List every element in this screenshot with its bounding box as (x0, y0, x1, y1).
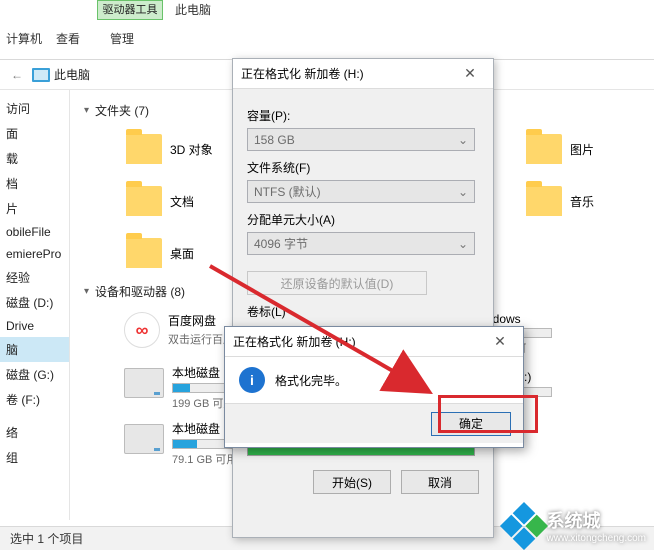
watermark-brand: 系统城 (547, 511, 601, 531)
sidebar-item[interactable]: emierePro (0, 243, 69, 265)
message-dialog: 正在格式化 新加卷 (H:) ✕ i 格式化完毕。 确定 (224, 326, 524, 448)
sidebar-item[interactable]: 脑 (0, 337, 69, 362)
sidebar-item[interactable]: 经验 (0, 265, 69, 290)
watermark-url: www.xitongcheng.com (547, 533, 647, 544)
allocation-label: 分配单元大小(A) (247, 211, 479, 228)
folder-label: 文档 (170, 193, 194, 210)
capacity-select[interactable]: 158 GB ⌄ (247, 128, 475, 151)
drive-icon (124, 368, 164, 398)
chevron-down-icon: ▾ (84, 105, 89, 116)
filesystem-value: NTFS (默认) (254, 183, 321, 200)
folder-icon (126, 186, 162, 216)
folder-icon (526, 134, 562, 164)
ribbon-context-tab[interactable]: 驱动器工具 (97, 0, 163, 20)
folder-label: 3D 对象 (170, 141, 213, 158)
close-icon[interactable]: ✕ (455, 65, 485, 82)
baidu-icon: ∞ (124, 312, 160, 348)
filesystem-label: 文件系统(F) (247, 159, 479, 176)
allocation-select[interactable]: 4096 字节 ⌄ (247, 232, 475, 255)
sidebar-item[interactable]: 片 (0, 196, 69, 221)
sidebar-item[interactable]: 磁盘 (D:) (0, 290, 69, 315)
chevron-down-icon: ▾ (84, 286, 89, 297)
sidebar-item[interactable]: 访问 (0, 96, 69, 121)
cancel-button[interactable]: 取消 (401, 470, 479, 494)
watermark-logo-icon (499, 501, 547, 549)
sidebar-item[interactable]: Drive (0, 315, 69, 337)
folder-label: 图片 (570, 141, 594, 158)
message-text: 格式化完毕。 (275, 372, 347, 389)
folder-icon (526, 186, 562, 216)
ribbon-cmd-manage[interactable]: 管理 (110, 30, 134, 47)
message-dialog-title: 正在格式化 新加卷 (H:) (233, 333, 356, 350)
capacity-value: 158 GB (254, 133, 295, 147)
sidebar-item[interactable]: 档 (0, 171, 69, 196)
ribbon-context-title: 此电脑 (175, 0, 211, 20)
sidebar-item[interactable]: 络 (0, 420, 69, 445)
folder-item[interactable]: 图片 (524, 127, 624, 171)
watermark: 系统城 www.xitongcheng.com (507, 507, 647, 544)
this-pc-icon (32, 68, 50, 82)
folder-label: 音乐 (570, 193, 594, 210)
restore-defaults-button[interactable]: 还原设备的默认值(D) (247, 271, 427, 295)
sidebar-item[interactable]: 面 (0, 121, 69, 146)
info-icon: i (239, 367, 265, 393)
ribbon-cmd-view[interactable]: 查看 (56, 30, 80, 47)
breadcrumb-location[interactable]: 此电脑 (54, 66, 90, 83)
sidebar-item[interactable]: 卷 (F:) (0, 387, 69, 412)
capacity-label: 容量(P): (247, 107, 479, 124)
format-dialog-titlebar: 正在格式化 新加卷 (H:) ✕ (233, 59, 493, 89)
drive-icon (124, 424, 164, 454)
ribbon: 驱动器工具 此电脑 计算机 查看 管理 (0, 0, 654, 60)
ribbon-cmd-computer[interactable]: 计算机 (6, 30, 42, 47)
sidebar-item[interactable] (0, 412, 69, 420)
ok-button[interactable]: 确定 (431, 412, 511, 436)
sidebar-item[interactable]: 载 (0, 146, 69, 171)
status-text: 选中 1 个项目 (10, 530, 83, 547)
allocation-value: 4096 字节 (254, 235, 308, 252)
nav-back-icon[interactable]: ← (6, 64, 28, 86)
section-folders-title: 文件夹 (7) (95, 102, 149, 119)
filesystem-select[interactable]: NTFS (默认) ⌄ (247, 180, 475, 203)
chevron-down-icon: ⌄ (458, 133, 468, 147)
message-dialog-titlebar: 正在格式化 新加卷 (H:) ✕ (225, 327, 523, 357)
sidebar-item[interactable]: obileFile (0, 221, 69, 243)
nav-sidebar: 访问面载档片obileFileemierePro经验磁盘 (D:)Drive脑磁… (0, 90, 70, 520)
folder-label: 桌面 (170, 245, 194, 262)
volume-label-label: 卷标(L) (247, 303, 479, 320)
folder-icon (126, 134, 162, 164)
format-dialog-title: 正在格式化 新加卷 (H:) (241, 65, 364, 82)
folder-item[interactable]: 音乐 (524, 179, 624, 223)
chevron-down-icon: ⌄ (458, 237, 468, 251)
chevron-down-icon: ⌄ (458, 185, 468, 199)
sidebar-item[interactable]: 磁盘 (G:) (0, 362, 69, 387)
section-drives-title: 设备和驱动器 (8) (95, 283, 185, 300)
folder-icon (126, 238, 162, 268)
start-button[interactable]: 开始(S) (313, 470, 391, 494)
sidebar-item[interactable]: 组 (0, 445, 69, 470)
close-icon[interactable]: ✕ (485, 333, 515, 350)
format-dialog: 正在格式化 新加卷 (H:) ✕ 容量(P): 158 GB ⌄ 文件系统(F)… (232, 58, 494, 538)
